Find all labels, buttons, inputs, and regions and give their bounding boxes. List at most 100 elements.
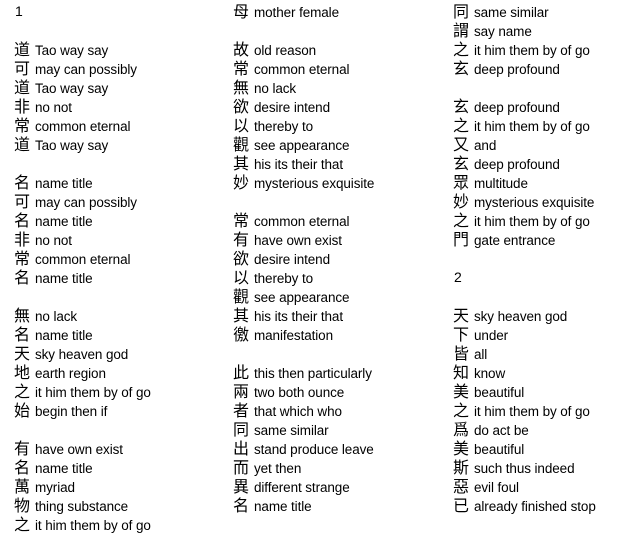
- gloss-entry: 者 that which who: [233, 401, 448, 420]
- han-character: 之: [453, 116, 470, 135]
- gloss-entry: 始 begin then if: [14, 401, 229, 420]
- han-character: 常: [14, 249, 31, 268]
- gloss-definition: it him them by of go: [474, 214, 590, 229]
- entry-group: 道 Tao way say 可 may can possibly 道 Tao way sa…: [14, 40, 229, 154]
- gloss-definition: sky heaven god: [474, 309, 568, 324]
- han-character: 物: [14, 496, 31, 515]
- han-character: 皆: [453, 344, 470, 363]
- gloss-entry: 道 Tao way say: [14, 135, 229, 154]
- gloss-entry: 有 have own exist: [14, 439, 229, 458]
- gloss-definition: such thus indeed: [474, 461, 575, 476]
- han-character: 名: [14, 211, 31, 230]
- gloss-definition: name title: [35, 214, 93, 229]
- han-character: 眾: [453, 173, 470, 192]
- han-character: 母: [233, 2, 250, 21]
- gloss-entry: 可 may can possibly: [14, 192, 229, 211]
- gloss-entry: 而 yet then: [233, 458, 448, 477]
- gloss-entry: 同 same similar: [233, 420, 448, 439]
- gloss-entry: 道 Tao way say: [14, 78, 229, 97]
- gloss-definition: do act be: [474, 423, 529, 438]
- gloss-entry: 美 beautiful: [453, 439, 637, 458]
- gloss-definition: no lack: [35, 309, 78, 324]
- gloss-definition: see appearance: [254, 290, 350, 305]
- han-character: 可: [14, 192, 31, 211]
- gloss-definition: that which who: [254, 404, 342, 419]
- gloss-entry: 常 common eternal: [233, 59, 448, 78]
- gloss-entry: 無 no lack: [233, 78, 448, 97]
- gloss-definition: name title: [35, 461, 93, 476]
- gloss-definition: beautiful: [474, 442, 525, 457]
- gloss-entry: 以 thereby to: [233, 268, 448, 287]
- han-character: 欲: [233, 249, 250, 268]
- gloss-entry: 之 it him them by of go: [453, 40, 637, 59]
- han-character: 常: [233, 59, 250, 78]
- gloss-column-2: 母 mother female 故 old reason 常 common eternal…: [233, 0, 448, 515]
- gloss-definition: Tao way say: [35, 81, 109, 96]
- entry-group: 名 name title 可 may can possibly 名 name title 非…: [14, 173, 229, 287]
- gloss-definition: thereby to: [254, 119, 314, 134]
- han-character: 道: [14, 40, 31, 59]
- gloss-definition: thing substance: [35, 499, 129, 514]
- gloss-entry: 玄 deep profound: [453, 97, 637, 116]
- gloss-definition: multitude: [474, 176, 528, 191]
- gloss-entry: 之 it him them by of go: [14, 382, 229, 401]
- han-character: 有: [233, 230, 250, 249]
- gloss-entry: 玄 deep profound: [453, 154, 637, 173]
- gloss-entry: 萬 myriad: [14, 477, 229, 496]
- han-character: 故: [233, 40, 250, 59]
- gloss-definition: it him them by of go: [474, 119, 590, 134]
- han-character: 名: [14, 458, 31, 477]
- gloss-definition: common eternal: [35, 252, 131, 267]
- entry-group: 此 this then particularly 兩 two both ounce 者 t…: [233, 363, 448, 515]
- gloss-definition: desire intend: [254, 252, 331, 267]
- gloss-definition: manifestation: [254, 328, 333, 343]
- han-character: 徼: [233, 325, 250, 344]
- gloss-definition: already finished stop: [474, 499, 596, 514]
- gloss-entry: 可 may can possibly: [14, 59, 229, 78]
- gloss-definition: earth region: [35, 366, 106, 381]
- gloss-entry: 之 it him them by of go: [453, 116, 637, 135]
- gloss-definition: may can possibly: [35, 195, 137, 210]
- han-character: 者: [233, 401, 250, 420]
- gloss-entry: 同 same similar: [453, 2, 637, 21]
- gloss-definition: Tao way say: [35, 138, 109, 153]
- gloss-definition: his its their that: [254, 309, 343, 324]
- han-character: 之: [14, 515, 31, 534]
- han-character: 玄: [453, 97, 470, 116]
- gloss-entry: 之 it him them by of go: [14, 515, 229, 534]
- gloss-definition: may can possibly: [35, 62, 137, 77]
- gloss-entry: 故 old reason: [233, 40, 448, 59]
- han-character: 之: [14, 382, 31, 401]
- gloss-definition: his its their that: [254, 157, 343, 172]
- gloss-entry: 其 his its their that: [233, 306, 448, 325]
- gloss-definition: same similar: [474, 5, 549, 20]
- han-character: 而: [233, 458, 250, 477]
- gloss-entry: 道 Tao way say: [14, 40, 229, 59]
- gloss-definition: mysterious exquisite: [474, 195, 595, 210]
- gloss-definition: common eternal: [254, 214, 350, 229]
- gloss-definition: different strange: [254, 480, 350, 495]
- han-character: 爲: [453, 420, 470, 439]
- gloss-entry: 眾 multitude: [453, 173, 637, 192]
- han-character: 同: [453, 2, 470, 21]
- han-character: 名: [14, 268, 31, 287]
- gloss-definition: this then particularly: [254, 366, 372, 381]
- han-character: 玄: [453, 59, 470, 78]
- han-character: 斯: [453, 458, 470, 477]
- han-character: 道: [14, 78, 31, 97]
- gloss-definition: same similar: [254, 423, 329, 438]
- chapter-number: 1: [15, 3, 23, 19]
- han-character: 出: [233, 439, 250, 458]
- han-character: 已: [453, 496, 470, 515]
- han-character: 萬: [14, 477, 31, 496]
- gloss-definition: begin then if: [35, 404, 108, 419]
- gloss-definition: name title: [35, 328, 93, 343]
- gloss-entry: 有 have own exist: [233, 230, 448, 249]
- gloss-entry: 謂 say name: [453, 21, 637, 40]
- gloss-definition: two both ounce: [254, 385, 345, 400]
